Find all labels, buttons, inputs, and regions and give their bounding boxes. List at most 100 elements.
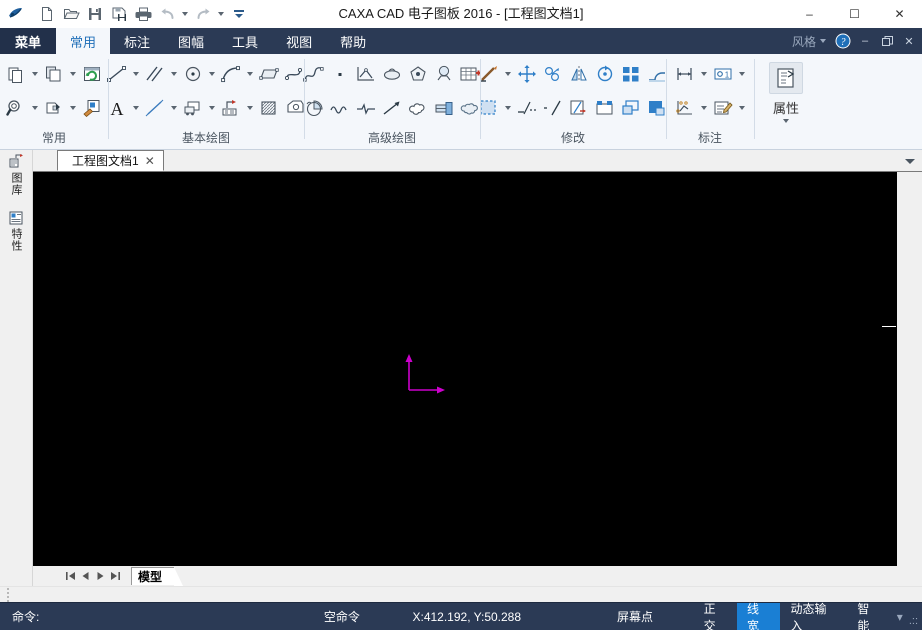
sidebar-tab-atlas[interactable]: 图库	[5, 154, 27, 196]
line-dropdown-caret[interactable]	[130, 59, 142, 89]
block-dropdown-caret[interactable]	[206, 93, 218, 123]
ribbon-restore-button[interactable]	[876, 28, 898, 54]
extend-icon[interactable]	[514, 93, 540, 123]
copy-move-icon[interactable]	[540, 59, 566, 89]
point-icon[interactable]	[327, 59, 353, 89]
next-sheet-button[interactable]	[93, 568, 108, 584]
edit-annotation-dropdown-caret[interactable]	[736, 93, 748, 123]
wave-line-icon[interactable]	[327, 93, 353, 123]
model-tab[interactable]: 模型	[131, 567, 184, 586]
tab-common[interactable]: 常用	[56, 28, 111, 54]
break-icon[interactable]	[540, 93, 566, 123]
properties-caret-icon[interactable]	[783, 119, 789, 123]
dimension-icon[interactable]	[672, 59, 698, 89]
tab-sheet[interactable]: 图幅	[164, 28, 218, 54]
offset-icon[interactable]	[566, 93, 592, 123]
break-line-icon[interactable]	[353, 93, 379, 123]
hatch-icon[interactable]	[256, 93, 282, 123]
tab-help[interactable]: 帮助	[326, 28, 380, 54]
rotate-icon[interactable]	[592, 59, 618, 89]
chevron-down-icon[interactable]	[904, 158, 916, 166]
coordinate-dim-icon[interactable]: 1	[710, 59, 736, 89]
toggle-linewidth[interactable]: 线宽	[737, 602, 781, 630]
redo-dropdown-caret[interactable]	[215, 0, 227, 29]
document-tab[interactable]: 工程图文档1 ✕	[57, 150, 164, 171]
datum-icon[interactable]	[672, 93, 698, 123]
tab-annotation[interactable]: 标注	[110, 28, 164, 54]
local-enlarge-icon[interactable]	[353, 59, 379, 89]
dimension-dropdown-caret[interactable]	[698, 59, 710, 89]
copy-dropdown-caret[interactable]	[29, 59, 41, 89]
properties-button[interactable]: 属性	[763, 58, 809, 146]
toggle-dynamic-input[interactable]: 动态输入	[780, 602, 847, 630]
stretch-icon[interactable]	[592, 93, 618, 123]
app-logo-icon[interactable]	[4, 2, 28, 26]
minimize-button[interactable]: –	[787, 0, 832, 28]
edit-annotation-icon[interactable]	[710, 93, 736, 123]
save-icon[interactable]	[83, 2, 107, 26]
ribbon-minimize-button[interactable]: –	[854, 28, 876, 54]
pick-color-icon[interactable]	[79, 93, 105, 123]
style-selector[interactable]: 风格	[786, 28, 832, 54]
select-icon[interactable]	[476, 93, 502, 123]
copy-icon[interactable]	[3, 59, 29, 89]
cloud-icon[interactable]	[405, 93, 431, 123]
ellipse-icon[interactable]	[379, 59, 405, 89]
text-icon[interactable]: A	[104, 93, 130, 123]
polygon-icon[interactable]	[405, 59, 431, 89]
last-sheet-button[interactable]	[108, 568, 123, 584]
undo-dropdown-caret[interactable]	[179, 0, 191, 29]
trim-icon[interactable]	[476, 59, 502, 89]
trim-dropdown-caret[interactable]	[502, 59, 514, 89]
coordinate-dim-dropdown-caret[interactable]	[736, 59, 748, 89]
format-painter-icon[interactable]	[41, 93, 67, 123]
circle-icon[interactable]	[180, 59, 206, 89]
help-icon[interactable]: ?	[832, 28, 854, 54]
text-dropdown-caret[interactable]	[130, 93, 142, 123]
command-prompt[interactable]: 命令:	[0, 608, 283, 625]
rectangle-icon[interactable]	[256, 59, 282, 89]
centerline-dropdown-caret[interactable]	[168, 93, 180, 123]
format-painter-dropdown-caret[interactable]	[67, 93, 79, 123]
point-mode[interactable]: 屏幕点	[576, 603, 693, 630]
paste-dropdown-caret[interactable]	[67, 59, 79, 89]
move-icon[interactable]	[514, 59, 540, 89]
circle-dropdown-caret[interactable]	[206, 59, 218, 89]
close-icon[interactable]: ✕	[145, 154, 155, 168]
parallel-line-dropdown-caret[interactable]	[168, 59, 180, 89]
toggle-smart[interactable]: 智能	[847, 602, 890, 630]
table-insert-icon[interactable]	[218, 93, 244, 123]
arc-icon[interactable]	[218, 59, 244, 89]
zoom-dropdown-caret[interactable]	[29, 93, 41, 123]
ribbon-close-button[interactable]: ✕	[898, 28, 920, 54]
sidebar-tab-property[interactable]: 特性	[5, 210, 27, 252]
table-insert-dropdown-caret[interactable]	[244, 93, 256, 123]
prev-sheet-button[interactable]	[78, 568, 93, 584]
block-icon[interactable]	[180, 93, 206, 123]
maximize-button[interactable]: ☐	[832, 0, 877, 28]
new-file-icon[interactable]	[35, 2, 59, 26]
zoom-icon[interactable]	[3, 93, 29, 123]
thread-icon[interactable]	[431, 93, 457, 123]
refresh-icon[interactable]	[79, 59, 105, 89]
array-icon[interactable]	[618, 59, 644, 89]
parallel-line-icon[interactable]	[142, 59, 168, 89]
close-button[interactable]: ✕	[877, 0, 922, 28]
datum-dropdown-caret[interactable]	[698, 93, 710, 123]
save-as-icon[interactable]	[107, 2, 131, 26]
line-icon[interactable]	[104, 59, 130, 89]
mirror-icon[interactable]	[566, 59, 592, 89]
open-file-icon[interactable]	[59, 2, 83, 26]
undo-icon[interactable]	[155, 2, 179, 26]
menu-tab[interactable]: 菜单	[0, 28, 56, 54]
scale-icon[interactable]	[618, 93, 644, 123]
redo-icon[interactable]	[191, 2, 215, 26]
customize-qat-icon[interactable]	[227, 2, 251, 26]
arc-dropdown-caret[interactable]	[244, 59, 256, 89]
panel-resize-strip[interactable]	[0, 586, 922, 602]
first-sheet-button[interactable]	[63, 568, 78, 584]
window-resize-grip[interactable]: .::	[909, 603, 922, 630]
paste-icon[interactable]	[41, 59, 67, 89]
arrow-icon[interactable]	[379, 93, 405, 123]
print-icon[interactable]	[131, 2, 155, 26]
